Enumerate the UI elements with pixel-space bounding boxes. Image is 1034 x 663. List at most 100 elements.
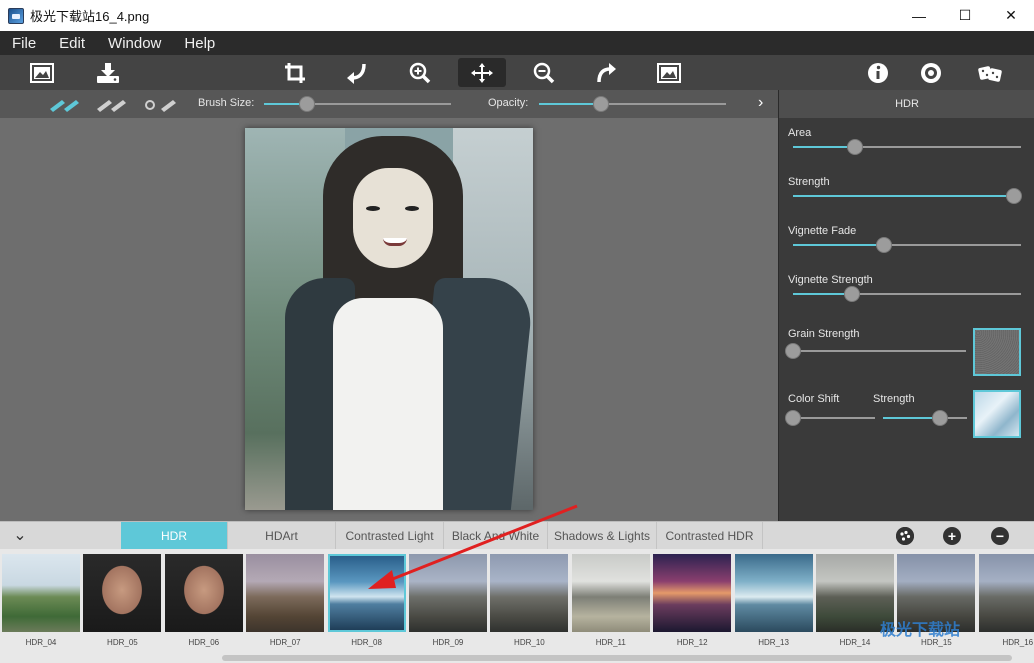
preset-thumbnail[interactable] — [164, 554, 243, 632]
random-dice-icon — [978, 65, 1002, 82]
fit-screen-button[interactable] — [645, 58, 693, 87]
menu-window[interactable]: Window — [108, 35, 161, 52]
redo-icon — [597, 62, 616, 82]
maximize-button[interactable]: ☐ — [942, 0, 988, 31]
grain-strength-knob[interactable] — [785, 343, 801, 359]
edited-photo — [245, 128, 533, 510]
undo-icon — [347, 63, 366, 84]
panel-toggle-chevron[interactable]: › — [758, 94, 763, 112]
collapse-strip-button[interactable]: ⌄ — [0, 522, 40, 550]
zoom-out-button[interactable] — [520, 58, 568, 87]
preset-thumbnail[interactable] — [327, 554, 406, 632]
strength-knob[interactable] — [1006, 188, 1023, 204]
preset-manage-button[interactable] — [896, 527, 914, 545]
brush-erase-icon[interactable] — [93, 95, 129, 113]
preset-thumbnail-label: HDR_16 — [1002, 638, 1034, 647]
add-preset-button[interactable]: + — [943, 527, 961, 545]
preset-thumbnail-label: HDR_08 — [351, 638, 382, 647]
opacity-knob[interactable] — [592, 96, 609, 112]
preset-thumbnail[interactable] — [571, 554, 650, 632]
random-button[interactable] — [966, 58, 1014, 87]
info-icon — [868, 62, 888, 83]
preset-thumbnail-label: HDR_09 — [432, 638, 464, 647]
close-button[interactable]: ✕ — [988, 0, 1034, 31]
area-knob[interactable] — [846, 139, 863, 155]
grain-strength-slider[interactable] — [785, 343, 966, 359]
preset-thumbnail-strip: HDR_04 HDR_05 HDR_06 HDR_07 HDR_08 HDR_09 HDR_… — [0, 549, 1034, 663]
save-button[interactable] — [84, 58, 132, 87]
vignette-fade-knob[interactable] — [876, 237, 893, 253]
brush-paint-icon[interactable] — [46, 95, 82, 113]
crop-icon — [285, 62, 305, 83]
tab-hdr[interactable]: HDR — [121, 522, 228, 550]
color-shift-slider[interactable] — [785, 410, 875, 426]
menu-edit[interactable]: Edit — [59, 35, 85, 52]
brush-size-label: Brush Size: — [198, 97, 255, 109]
preset-tabs-bar: ⌄ HDR HDArt Contrasted Light Black And W… — [0, 521, 1034, 550]
area-slider[interactable] — [793, 139, 1021, 155]
color-shift-label: Color Shift — [788, 393, 840, 405]
preset-thumbnail-label: HDR_13 — [758, 638, 789, 647]
open-image-button[interactable] — [18, 58, 66, 87]
tab-black-and-white[interactable]: Black And White — [444, 522, 548, 550]
vignette-strength-knob[interactable] — [844, 286, 861, 302]
color-strength-slider[interactable] — [883, 410, 967, 426]
area-label: Area — [788, 127, 812, 139]
color-strength-knob[interactable] — [932, 410, 949, 426]
settings-icon — [921, 62, 941, 83]
brush-options-bar: Brush Size: Opacity: › — [0, 90, 778, 118]
opacity-slider[interactable] — [539, 96, 726, 112]
settings-button[interactable] — [907, 58, 955, 87]
color-texture-swatch[interactable] — [973, 390, 1021, 438]
preset-thumbnail[interactable] — [246, 554, 325, 632]
preset-thumbnail[interactable] — [2, 554, 80, 632]
tab-shadows-lights[interactable]: Shadows & Lights — [548, 522, 657, 550]
strength-label: Strength — [788, 176, 830, 188]
zoom-in-button[interactable] — [396, 58, 444, 87]
window-title: 极光下载站16_4.png — [30, 9, 150, 24]
grain-texture-swatch[interactable] — [973, 328, 1021, 376]
tab-hdart[interactable]: HDArt — [228, 522, 336, 550]
brush-size-knob[interactable] — [299, 96, 315, 112]
crop-button[interactable] — [271, 58, 319, 87]
preset-thumbnail[interactable] — [978, 554, 1034, 632]
fit-screen-icon — [657, 62, 681, 83]
move-button[interactable] — [458, 58, 506, 87]
color-shift-knob[interactable] — [785, 410, 801, 426]
menu-help[interactable]: Help — [184, 35, 215, 52]
vignette-strength-label: Vignette Strength — [788, 274, 873, 286]
preset-thumbnail-label: HDR_06 — [188, 638, 220, 647]
minus-icon: − — [995, 528, 1005, 544]
undo-button[interactable] — [333, 58, 381, 87]
strip-scrollbar[interactable] — [0, 652, 1034, 663]
preset-thumbnail[interactable] — [409, 554, 487, 632]
redo-button[interactable] — [582, 58, 630, 87]
minimize-button[interactable]: — — [896, 0, 942, 31]
panel-title: HDR — [779, 90, 1034, 118]
tab-contrasted-hdr[interactable]: Contrasted HDR — [657, 522, 763, 550]
vignette-fade-label: Vignette Fade — [788, 225, 857, 237]
brush-reset-icon[interactable] — [143, 95, 179, 113]
preset-thumbnail[interactable] — [490, 554, 569, 632]
open-image-icon — [30, 62, 54, 83]
strength-slider[interactable] — [793, 188, 1023, 204]
strip-scroll-thumb[interactable] — [222, 655, 1012, 661]
brush-size-slider[interactable] — [264, 96, 451, 112]
watermark-logo: 极光下载站 — [880, 622, 961, 639]
preset-thumbnail-label: HDR_05 — [107, 638, 138, 647]
zoom-out-icon — [533, 62, 555, 83]
remove-preset-button[interactable]: − — [991, 527, 1009, 545]
move-icon — [471, 62, 493, 83]
info-button[interactable] — [854, 58, 902, 87]
preset-thumbnail[interactable] — [83, 554, 162, 632]
menu-bar: File Edit Window Help — [0, 31, 1034, 55]
tab-contrasted-light[interactable]: Contrasted Light — [336, 522, 444, 550]
preset-thumbnail[interactable] — [734, 554, 813, 632]
plus-icon: + — [947, 528, 957, 544]
vignette-fade-slider[interactable] — [793, 237, 1021, 253]
vignette-strength-slider[interactable] — [793, 286, 1021, 302]
save-icon — [97, 62, 119, 83]
preset-thumbnail[interactable] — [653, 554, 732, 632]
image-canvas[interactable] — [0, 118, 778, 521]
menu-file[interactable]: File — [12, 35, 36, 52]
